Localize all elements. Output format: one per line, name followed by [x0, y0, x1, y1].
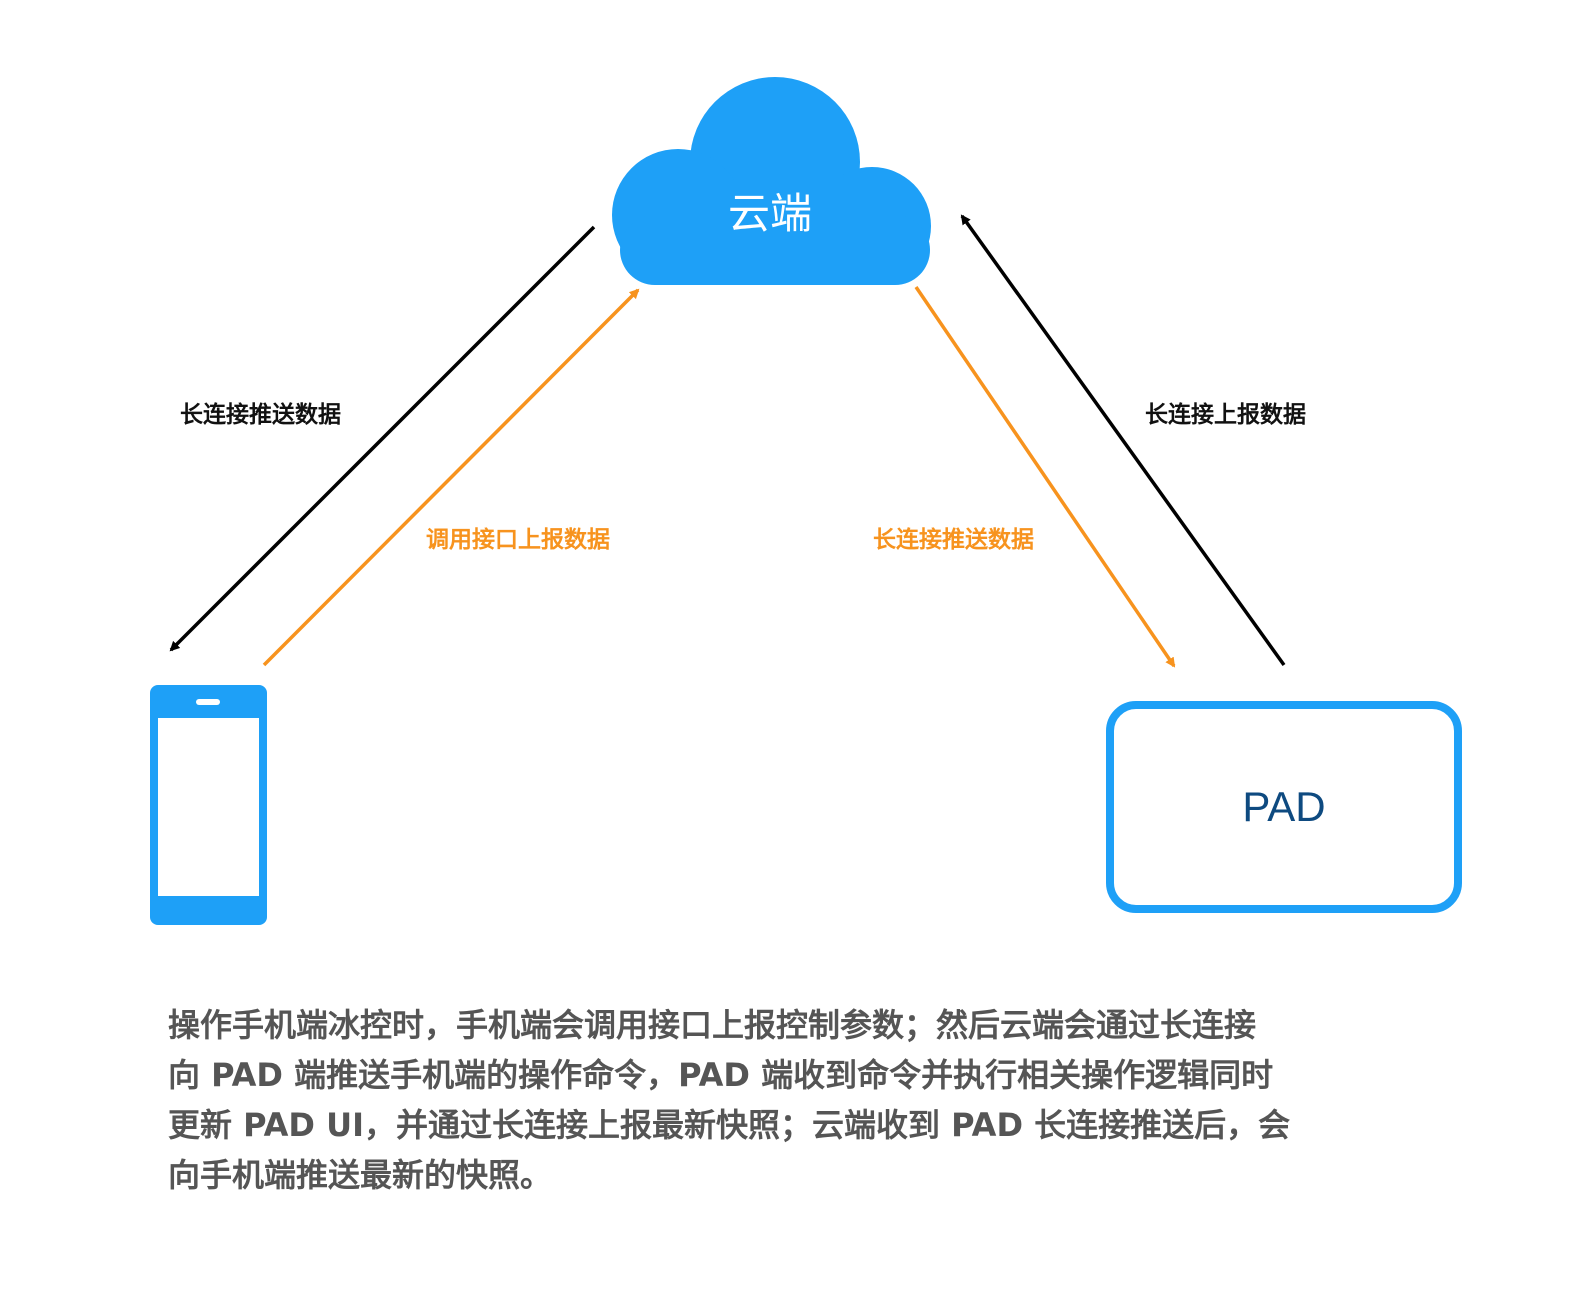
label-phone-to-cloud: 调用接口上报数据 [426, 527, 610, 553]
description: 操作手机端冰控时，手机端会调用接口上报控制参数；然后云端会通过长连接 向 PAD… [168, 1000, 1428, 1200]
pad-device: PAD [1106, 701, 1462, 913]
arrow-phone-to-cloud [262, 288, 640, 667]
description-line: 操作手机端冰控时，手机端会调用接口上报控制参数；然后云端会通过长连接 [168, 1006, 1257, 1044]
label-pad-to-cloud: 长连接上报数据 [1145, 402, 1306, 428]
label-cloud-to-pad: 长连接推送数据 [873, 527, 1034, 553]
pad-label: PAD [1242, 783, 1326, 830]
arrow-cloud-to-pad [914, 286, 1176, 668]
description-line: 向 PAD 端推送手机端的操作命令，PAD 端收到命令并执行相关操作逻辑同时 [168, 1056, 1274, 1094]
description-line: 向手机端推送最新的快照。 [168, 1156, 553, 1194]
label-cloud-to-phone: 长连接推送数据 [180, 402, 341, 428]
description-line: 更新 PAD UI，并通过长连接上报最新快照；云端收到 PAD 长连接推送后，会 [168, 1106, 1291, 1144]
arrow-pad-to-cloud [960, 214, 1286, 667]
cloud-label: 云端 [727, 189, 812, 238]
phone-icon [150, 685, 267, 925]
arrow-cloud-to-phone [169, 225, 596, 652]
